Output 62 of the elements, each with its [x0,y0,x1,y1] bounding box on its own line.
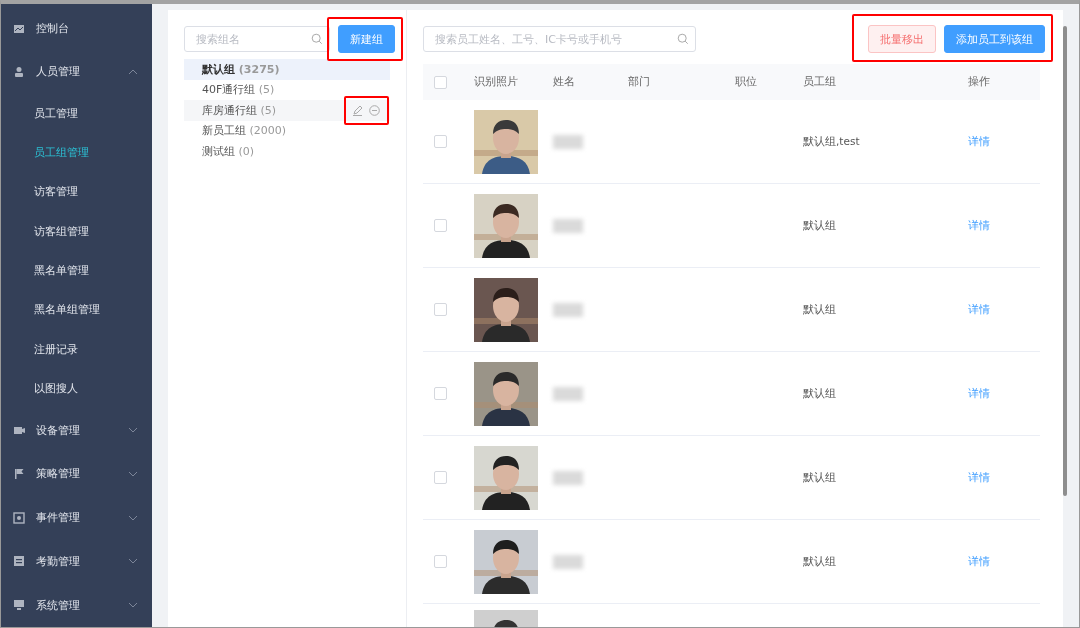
redacted-name [553,302,583,317]
chevron-up-icon [128,68,138,75]
chevron-down-icon [128,602,138,609]
sidebar-subitem[interactable]: 注册记录 [1,329,152,369]
row-checkbox[interactable] [434,555,447,568]
column-header: 部门 [628,75,651,89]
row-checkbox[interactable] [434,303,447,316]
sidebar-subitem[interactable]: 黑名单管理 [1,250,152,291]
flag-icon [12,466,26,481]
select-all-checkbox[interactable] [434,75,447,89]
sidebar-subitem[interactable]: 员工组管理 [1,132,152,173]
table-cell-text: 默认组 [803,302,837,317]
redacted-name [553,218,583,233]
column-header: 识别照片 [474,75,519,89]
group-item[interactable]: 40F通行组 (5) [184,79,390,100]
sidebar-subitem[interactable]: 以图搜人 [1,368,152,409]
sidebar-item[interactable]: 设备管理 [1,408,152,452]
table-cell-text: 默认组 [803,554,837,569]
group-item[interactable]: 测试组 (0) [184,141,390,162]
row-checkbox[interactable] [434,135,447,148]
sidebar-subitem[interactable]: 访客管理 [1,172,152,212]
column-header: 姓名 [553,75,576,89]
minus-circle-icon[interactable] [369,104,380,116]
sidebar-item[interactable]: 考勤管理 [1,539,152,584]
column-header: 员工组 [803,75,837,89]
table-cell-text: 默认组 [803,386,837,401]
sidebar-subitem[interactable]: 黑名单组管理 [1,290,152,330]
scrollbar-thumb[interactable] [1063,26,1067,496]
column-header: 操作 [968,75,991,89]
sidebar-item[interactable]: 系统管理 [1,583,152,627]
group-item[interactable]: 默认组 (3275) [184,59,390,80]
redacted-name [553,554,583,569]
sidebar-item[interactable]: 人员管理 [1,50,152,94]
chevron-down-icon [128,514,138,521]
group-search-field[interactable]: 搜索组名 [184,26,330,52]
search-icon [311,33,323,45]
sidebar-item[interactable]: 事件管理 [1,495,152,540]
chevron-down-icon [128,427,138,434]
target-icon [12,510,26,525]
table-cell-text: 默认组 [803,470,837,485]
user-icon [12,64,26,79]
redacted-name [553,470,583,485]
pencil-icon[interactable] [352,104,363,116]
redacted-name [553,386,583,401]
redacted-name [553,134,583,149]
column-header: 职位 [735,75,758,89]
list-icon [12,554,26,569]
sidebar-item[interactable]: 策略管理 [1,451,152,496]
sidebar-item[interactable]: 控制台 [1,7,152,51]
row-checkbox[interactable] [434,387,447,400]
search-icon [677,33,689,45]
chevron-down-icon [128,470,138,477]
sidebar-subitem[interactable]: 访客组管理 [1,211,152,251]
row-checkbox[interactable] [434,471,447,484]
row-checkbox[interactable] [434,219,447,232]
chevron-down-icon [128,558,138,565]
monitor-icon [12,598,26,613]
table-cell-text: 默认组 [803,218,837,233]
group-item[interactable]: 新员工组 (2000) [184,120,390,141]
sidebar-subitem[interactable]: 员工管理 [1,93,152,133]
table-cell-text: 默认组,test [803,134,861,149]
employee-search-field[interactable]: 搜索员工姓名、工号、IC卡号或手机号 [423,26,696,52]
